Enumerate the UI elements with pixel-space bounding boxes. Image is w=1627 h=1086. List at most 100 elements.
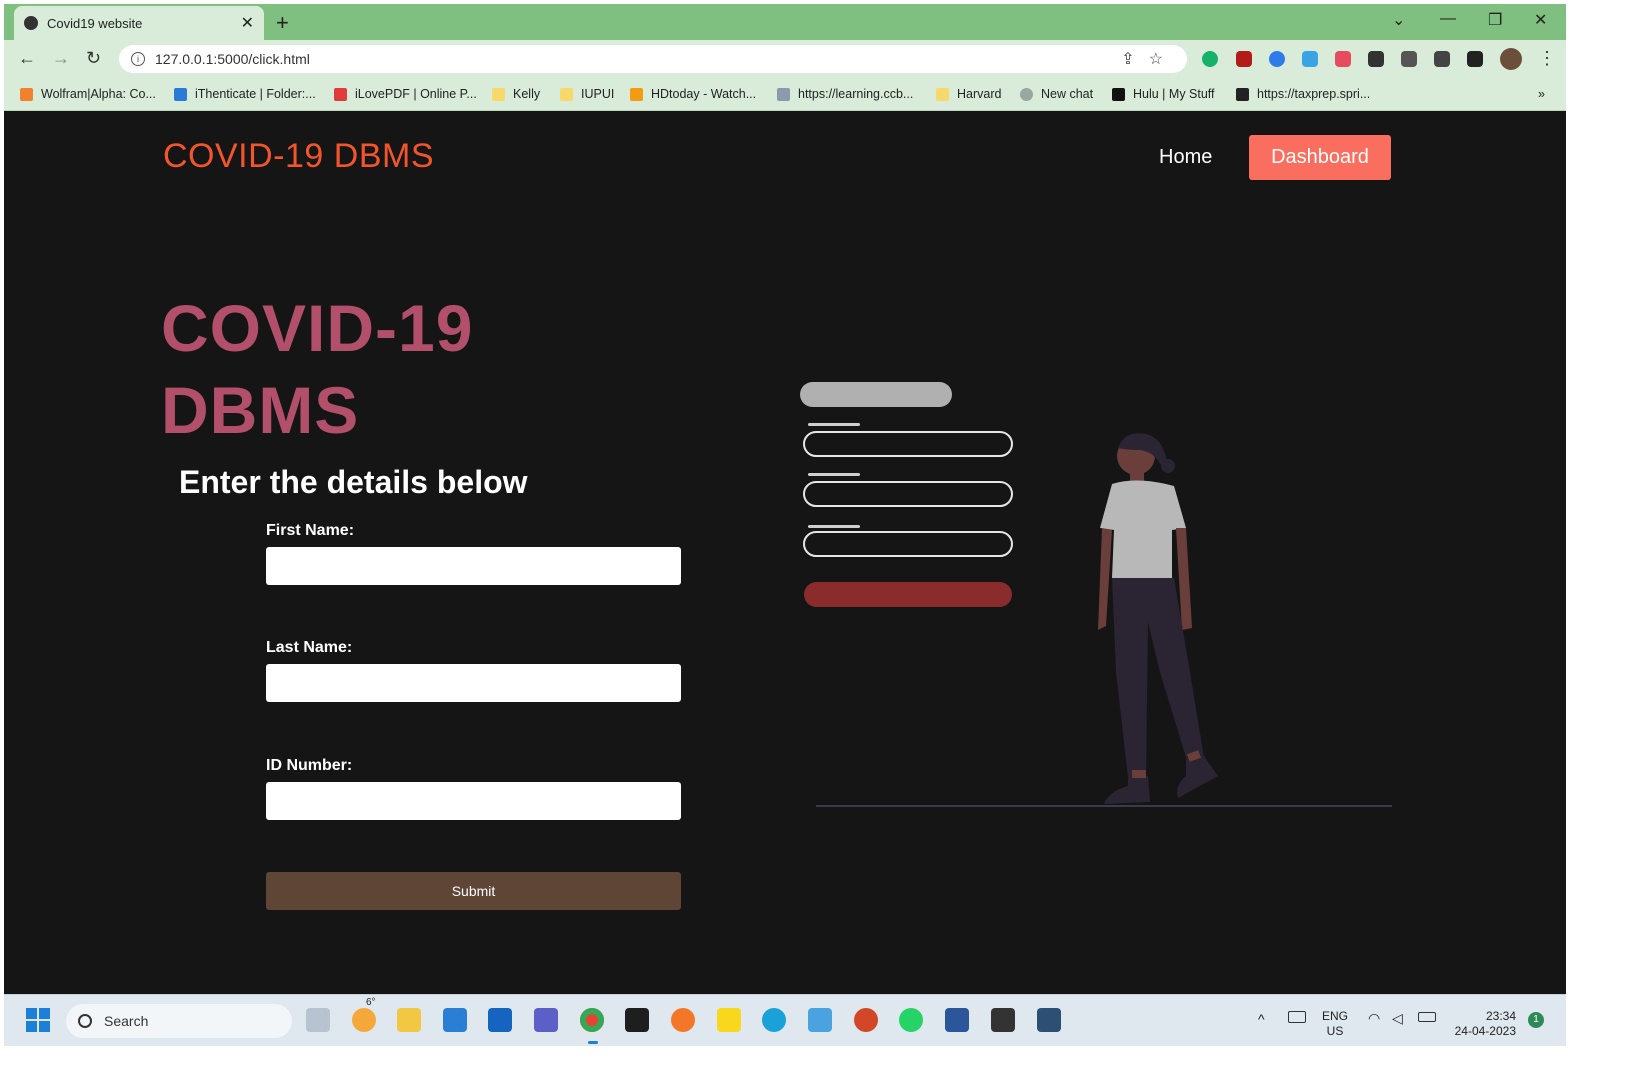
browser-tab[interactable]: Covid19 website ✕ bbox=[14, 6, 264, 40]
notification-icon[interactable]: 1 bbox=[1528, 1012, 1544, 1028]
id-number-input[interactable] bbox=[266, 782, 681, 820]
bookmark-item[interactable]: https://learning.ccb... bbox=[777, 87, 913, 101]
task-view-icon[interactable] bbox=[306, 1008, 330, 1032]
edge-icon[interactable] bbox=[762, 1008, 786, 1032]
check-icon bbox=[174, 87, 187, 101]
last-name-input[interactable] bbox=[266, 664, 681, 702]
ublock-extension-icon[interactable] bbox=[1236, 51, 1252, 67]
weather-icon[interactable] bbox=[352, 1008, 376, 1032]
restore-button[interactable]: ❐ bbox=[1488, 10, 1502, 30]
bookmark-item[interactable]: iLovePDF | Online P... bbox=[334, 87, 477, 101]
reading-list-icon[interactable] bbox=[1401, 51, 1417, 67]
close-tab-icon[interactable]: ✕ bbox=[241, 13, 254, 33]
first-name-label: First Name: bbox=[266, 522, 355, 539]
clock[interactable]: 23:34 24-04-2023 bbox=[1450, 1009, 1516, 1039]
more-bookmarks-icon[interactable]: » bbox=[1538, 87, 1545, 101]
site-info-icon[interactable]: i bbox=[131, 52, 145, 66]
weather-temp: 6° bbox=[366, 997, 376, 1008]
nav-home-link[interactable]: Home bbox=[1159, 146, 1212, 169]
illustration-input-outline bbox=[803, 431, 1013, 457]
extension-icon[interactable] bbox=[1335, 51, 1351, 67]
grammarly-extension-icon[interactable] bbox=[1202, 51, 1218, 67]
sticky-notes-icon[interactable] bbox=[717, 1008, 741, 1032]
bookmark-item[interactable]: https://taxprep.spri... bbox=[1236, 87, 1370, 101]
url-text: 127.0.0.1:5000/click.html bbox=[155, 51, 310, 67]
menu-dots-icon[interactable]: ⋮ bbox=[1538, 48, 1556, 69]
bookmarks-bar: Wolfram|Alpha: Co... iThenticate | Folde… bbox=[4, 78, 1566, 111]
hero-title: COVID-19 DBMS bbox=[161, 287, 473, 451]
web-page: COVID-19 DBMS Home Dashboard COVID-19 DB… bbox=[4, 112, 1566, 994]
keyboard-icon[interactable] bbox=[1288, 1011, 1306, 1023]
share-and-star-icons[interactable]: ⇪☆ bbox=[1121, 49, 1177, 69]
hero-title-line: COVID-19 bbox=[161, 291, 474, 365]
bookmark-item[interactable]: New chat bbox=[1020, 87, 1093, 101]
powershell-icon[interactable] bbox=[991, 1008, 1015, 1032]
extension-icon[interactable] bbox=[1302, 51, 1318, 67]
mail-icon[interactable] bbox=[443, 1008, 467, 1032]
volume-icon[interactable]: ◁ bbox=[1392, 1010, 1403, 1027]
browser-toolbar: ← → ↻ i 127.0.0.1:5000/click.html ⇪☆ ⋮ bbox=[4, 40, 1566, 78]
hulu-icon bbox=[1112, 87, 1125, 101]
illustration-input-outline bbox=[803, 531, 1013, 557]
download-icon[interactable] bbox=[1434, 51, 1450, 67]
active-app-indicator bbox=[588, 1041, 598, 1044]
jupyter-icon[interactable] bbox=[671, 1008, 695, 1032]
snipping-icon[interactable] bbox=[808, 1008, 832, 1032]
learning-icon bbox=[777, 87, 790, 101]
reload-icon[interactable]: ↻ bbox=[86, 48, 101, 69]
folder-icon bbox=[560, 87, 573, 101]
taskbar-search[interactable]: Search bbox=[66, 1004, 292, 1038]
chrome-icon[interactable] bbox=[580, 1008, 604, 1032]
dashboard-button[interactable]: Dashboard bbox=[1249, 135, 1391, 180]
bookmark-folder[interactable]: Harvard bbox=[936, 87, 1001, 101]
taskbar-search-label: Search bbox=[104, 1013, 149, 1029]
whatsapp-icon[interactable] bbox=[899, 1008, 923, 1032]
outlook-icon[interactable] bbox=[488, 1008, 512, 1032]
tab-search-icon[interactable]: ⌄ bbox=[1392, 10, 1405, 30]
word-icon[interactable] bbox=[945, 1008, 969, 1032]
bookmark-item[interactable]: Wolfram|Alpha: Co... bbox=[20, 87, 156, 101]
language-indicator[interactable]: ENG US bbox=[1322, 1009, 1348, 1039]
illustration-button bbox=[804, 582, 1012, 607]
browser-tab-bar: Covid19 website ✕ + ⌄ — ❐ ✕ bbox=[4, 4, 1566, 40]
bookmark-folder[interactable]: Kelly bbox=[492, 87, 540, 101]
windows-start-icon[interactable] bbox=[26, 1008, 50, 1032]
address-bar[interactable]: i 127.0.0.1:5000/click.html ⇪☆ bbox=[119, 45, 1187, 73]
illustration-title-bar bbox=[800, 382, 952, 407]
wolfram-icon bbox=[20, 87, 33, 101]
bookmark-item[interactable]: Hulu | My Stuff bbox=[1112, 87, 1215, 101]
battery-icon[interactable] bbox=[1418, 1012, 1436, 1022]
bookmark-item[interactable]: iThenticate | Folder:... bbox=[174, 87, 316, 101]
teams-icon[interactable] bbox=[534, 1008, 558, 1032]
ssms-icon[interactable] bbox=[1037, 1008, 1061, 1032]
first-name-input[interactable] bbox=[266, 547, 681, 585]
bookmark-folder[interactable]: IUPUI bbox=[560, 87, 614, 101]
close-window-button[interactable]: ✕ bbox=[1534, 10, 1547, 30]
wifi-icon[interactable]: ◠ bbox=[1368, 1010, 1380, 1027]
profile-avatar[interactable] bbox=[1500, 48, 1522, 70]
taxprep-icon bbox=[1236, 87, 1249, 101]
site-brand[interactable]: COVID-19 DBMS bbox=[163, 137, 434, 176]
last-name-label: Last Name: bbox=[266, 639, 353, 656]
form-illustration bbox=[800, 382, 1392, 807]
terminal-icon[interactable] bbox=[625, 1008, 649, 1032]
folder-icon bbox=[492, 87, 505, 101]
minimize-button[interactable]: — bbox=[1440, 10, 1456, 28]
back-arrow-icon[interactable]: ← bbox=[18, 48, 36, 69]
powerpoint-icon[interactable] bbox=[854, 1008, 878, 1032]
illustration-label-line bbox=[808, 423, 860, 426]
extension-icon[interactable] bbox=[1269, 51, 1285, 67]
side-panel-icon[interactable] bbox=[1467, 51, 1483, 67]
globe-icon bbox=[24, 16, 38, 30]
bookmark-item[interactable]: HDtoday - Watch... bbox=[630, 87, 756, 101]
hdtoday-icon bbox=[630, 87, 643, 101]
puzzle-extensions-icon[interactable] bbox=[1368, 51, 1384, 67]
tray-chevron-icon[interactable]: ^ bbox=[1258, 1011, 1265, 1027]
forward-arrow-icon[interactable]: → bbox=[52, 48, 70, 69]
new-tab-button[interactable]: + bbox=[276, 10, 289, 36]
folder-icon bbox=[936, 87, 949, 101]
id-number-label: ID Number: bbox=[266, 757, 353, 774]
file-explorer-icon[interactable] bbox=[397, 1008, 421, 1032]
submit-button[interactable]: Submit bbox=[266, 872, 681, 910]
illustration-label-line bbox=[808, 473, 860, 476]
